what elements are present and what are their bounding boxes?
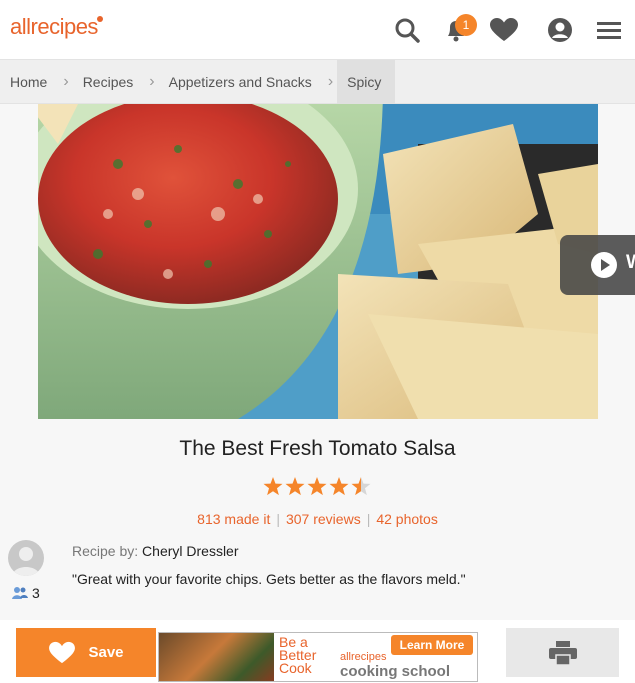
chevron-right-icon: ›	[149, 72, 155, 90]
breadcrumb-label: Recipes	[82, 73, 134, 90]
divider: |	[276, 511, 280, 527]
printer-icon	[548, 640, 577, 665]
divider: |	[366, 511, 371, 527]
menu-icon[interactable]	[594, 15, 624, 45]
breadcrumb-spicy[interactable]: Spicy	[337, 59, 396, 104]
ad-brand: allrecipes	[340, 651, 387, 663]
save-button[interactable]: Save	[16, 628, 156, 677]
star-icon	[351, 477, 371, 496]
recipe-photo[interactable]	[38, 104, 598, 419]
allrecipes-logo[interactable]: allrecipes	[10, 14, 104, 40]
star-icon	[263, 477, 283, 496]
star-icon	[329, 477, 349, 496]
logo-dot	[96, 16, 103, 22]
save-label: Save	[88, 644, 124, 661]
made-it-link[interactable]: 813 made it	[197, 511, 270, 527]
author-name[interactable]: Cheryl Dressler	[142, 543, 238, 559]
star-icon	[285, 477, 305, 496]
chevron-right-icon: ›	[327, 72, 334, 90]
star-icon	[307, 477, 327, 496]
followers-number: 3	[32, 585, 40, 601]
print-button[interactable]	[506, 628, 619, 677]
recipe-by-label: Recipe by:	[72, 543, 139, 559]
video-label: W	[626, 252, 635, 273]
notification-badge[interactable]: 1	[455, 14, 477, 36]
play-icon	[591, 252, 617, 278]
breadcrumb: Home › Recipes › Appetizers and Snacks ›…	[0, 59, 635, 104]
reviews-link[interactable]: 307 reviews	[286, 511, 361, 527]
ad-headline: Be a Better Cook	[279, 635, 316, 676]
breadcrumb-label: Spicy	[347, 73, 382, 90]
heart-icon	[49, 641, 76, 663]
ad-learn-more-button[interactable]: Learn More	[391, 635, 473, 655]
ad-headline-line: Cook	[279, 660, 312, 676]
recipe-title: The Best Fresh Tomato Salsa	[179, 437, 456, 460]
chevron-right-icon: ›	[63, 72, 69, 90]
recipe-byline: Recipe by: Cheryl Dressler	[72, 543, 239, 559]
recipe-description: "Great with your favorite chips. Gets be…	[72, 571, 466, 587]
breadcrumb-recipes[interactable]: Recipes	[73, 60, 144, 104]
breadcrumb-label: Home	[10, 73, 48, 90]
breadcrumb-label: Appetizers and Snacks	[168, 73, 312, 90]
author-avatar[interactable]	[8, 540, 44, 576]
bottom-action-bar: Save Be a Better Cook allrecipes Learn M…	[0, 620, 635, 683]
logo-text: allrecipes	[10, 14, 98, 39]
user-icon[interactable]	[545, 15, 575, 45]
ad-food-image	[159, 633, 274, 681]
follower-count[interactable]: 3	[12, 585, 40, 601]
followers-icon	[12, 587, 28, 599]
star-rating[interactable]	[262, 476, 372, 498]
search-icon[interactable]	[392, 15, 422, 45]
breadcrumb-home[interactable]: Home	[0, 60, 57, 104]
photos-link[interactable]: 42 photos	[376, 511, 438, 527]
recipe-stats: 813 made it | 307 reviews | 42 photos	[0, 511, 635, 527]
heart-icon[interactable]	[489, 15, 519, 45]
play-video-button[interactable]: W	[560, 235, 635, 295]
ad-tagline: cooking school	[340, 663, 451, 680]
breadcrumb-appetizers[interactable]: Appetizers and Snacks	[159, 60, 322, 104]
top-header: allrecipes 1	[0, 0, 635, 60]
cooking-school-ad[interactable]: Be a Better Cook allrecipes Learn More c…	[158, 632, 478, 682]
